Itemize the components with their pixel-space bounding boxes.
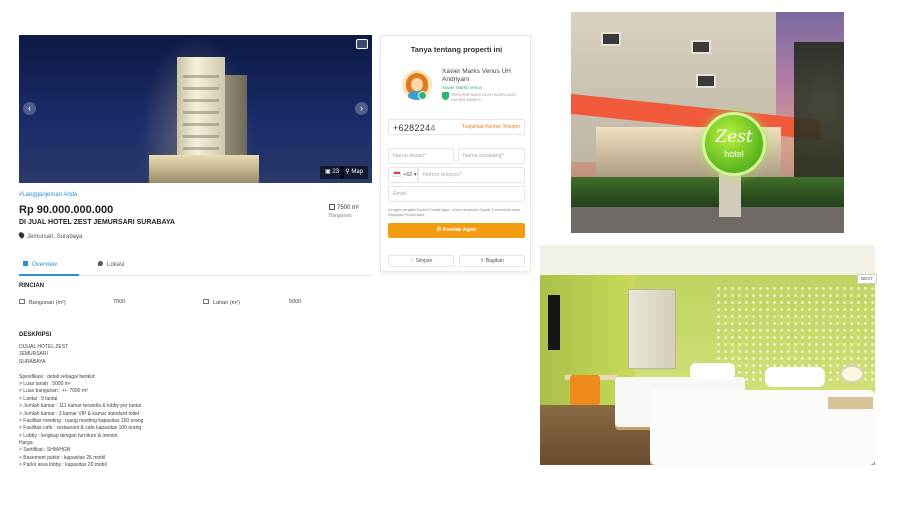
map-chip[interactable]: ⚲ Map	[340, 166, 368, 179]
area-value: 7500 m²	[337, 205, 360, 211]
window-blind	[628, 289, 676, 369]
description-line: > Sertifikat : SHM/HGB	[19, 447, 71, 454]
spec-land-label: Lahan (m²)	[203, 299, 240, 306]
hotel-exterior-photo[interactable]: Zest hotel	[571, 12, 844, 233]
fullscreen-icon[interactable]	[356, 39, 368, 49]
show-phone-link[interactable]: Tunjukkan Nomor Telepon	[462, 124, 520, 130]
description-line: > Parkir area lobby : kapasitas 20 mobil	[19, 462, 107, 469]
prev-photo-button[interactable]: ‹	[23, 102, 36, 115]
next-button[interactable]: NEXT	[857, 274, 877, 284]
agent-avatar[interactable]	[402, 70, 432, 100]
spec-land-value: 5000	[289, 299, 302, 305]
location-pin-icon	[98, 261, 103, 266]
tab-overview-label: Overview	[32, 262, 58, 268]
land-icon	[203, 299, 209, 304]
description-line: SURABAYA	[19, 358, 46, 365]
tab-location[interactable]: Lokasi	[94, 254, 154, 276]
hero-building-base	[149, 155, 259, 183]
hero-building-floor	[183, 147, 219, 150]
listing-location: Jemursari, Surabaya	[17, 231, 83, 240]
zest-hotel-sign: Zest hotel	[702, 112, 766, 176]
map-label: Map	[351, 169, 363, 175]
spec-building-label: Bangunan (m²)	[19, 299, 66, 306]
next-photo-button[interactable]: ›	[355, 102, 368, 115]
contact-card-title: Tanya tentang properti ini	[410, 45, 503, 54]
agent-verified-note: TERVERIFIKASI OLEH AGEN DARI XAVIER MARK…	[442, 92, 526, 102]
building-icon	[19, 299, 25, 304]
listing-tabs: Overview Lokasi	[19, 254, 372, 276]
description-body: DIJUAL HOTEL ZEST JEMURSARI SURABAYA Spe…	[19, 344, 199, 470]
location-text: Jemursari, Surabaya	[27, 234, 83, 240]
description-line: > Fasilitas cafe : restaurant & cafe kap…	[19, 425, 142, 432]
verified-badge-icon	[418, 91, 427, 100]
description-line: DIJUAL HOTEL ZEST	[19, 344, 69, 350]
description-line: > Lantai : 9 lantai	[19, 395, 58, 402]
sign-main-text: Zest	[715, 127, 753, 147]
orange-chair	[570, 375, 600, 405]
area-icon	[329, 204, 335, 210]
hero-building-floor	[183, 135, 219, 138]
television	[548, 295, 560, 350]
share-button[interactable]: ⇪ Bagikan	[459, 255, 525, 267]
save-button[interactable]: ♡ Simpan	[388, 255, 454, 267]
location-pin-icon	[17, 231, 26, 239]
agent-agency[interactable]: Xavier Marks Venus	[442, 85, 482, 90]
phone-reveal-row[interactable]: +6282244 Tunjukkan Nomor Telepon	[388, 119, 525, 135]
rincian-heading: RINCIAN	[19, 283, 44, 289]
agent-name[interactable]: Xavier Marks Venus UH Andriyani	[442, 68, 526, 84]
shield-check-icon	[442, 92, 449, 100]
contact-agent-button[interactable]: ✆ Kontak Agen	[388, 223, 525, 238]
email-field[interactable]: Email	[388, 186, 525, 202]
hero-building-floor	[183, 123, 219, 126]
last-name-field[interactable]: Nama belakang*	[458, 148, 525, 164]
wall-lamp	[840, 365, 864, 383]
description-line: Spesifikasi : detail sebagai berikut:	[19, 373, 96, 380]
sign-sub-text: hotel	[724, 149, 744, 159]
hero-building-floor	[183, 87, 219, 90]
hero-building-floor	[183, 75, 219, 78]
deskripsi-heading: DESKRIPSI	[19, 332, 52, 338]
description-line: > Jumlah kamar : 111 kamar tersedia & lo…	[19, 403, 141, 410]
spec-building-value: 7000	[113, 299, 126, 305]
description-line: > Jumlah kamar : 3 kamar VIP & kamar sta…	[19, 410, 140, 417]
description-line: JEMURSARI	[19, 351, 48, 358]
building-area: 7500 m² Bangunan	[329, 204, 359, 219]
hero-building-floor	[183, 99, 219, 102]
indonesia-flag-icon	[393, 171, 401, 177]
photo-count: 23	[332, 169, 339, 175]
contact-agent-card: Tanya tentang properti ini Xavier Marks …	[380, 35, 531, 272]
description-line: > Fasilitas meeting : ruang meeting kapa…	[19, 417, 144, 424]
consent-text: Dengan mengklik tombol 'Kontak Agen', An…	[388, 208, 521, 217]
listing-price: Rp 90.000.000.000	[19, 204, 114, 216]
description-line: > Luas tanah : 5000 m²	[19, 380, 71, 387]
tab-location-label: Lokasi	[107, 262, 125, 268]
description-line: Harga	[19, 440, 33, 447]
lead-text[interactable]: #Langganjeman Anda	[19, 192, 77, 198]
hotel-room-photo[interactable]	[540, 245, 875, 465]
description-line: > Luas bangunan : +/- 7000 m²	[19, 388, 88, 395]
listing-title: DI JUAL HOTEL ZEST JEMURSARI SURABAYA	[19, 219, 175, 226]
tab-overview[interactable]: Overview	[19, 254, 79, 276]
description-line: > Lobby : lengkap dengan furniture & int…	[19, 432, 118, 439]
overview-icon	[23, 261, 28, 266]
listing-hero-photo[interactable]: ‹ › ▣ 23 ⚲ Map	[19, 35, 372, 183]
tree	[794, 42, 844, 192]
hero-building-floor	[183, 111, 219, 114]
description-line	[19, 366, 199, 373]
first-name-field[interactable]: Nama depan*	[388, 148, 454, 164]
phone-field[interactable]: Nomor telepon*	[418, 167, 525, 183]
area-label: Bangunan	[329, 213, 352, 219]
country-code-select[interactable]: +62 ▾	[388, 167, 418, 183]
description-line: > Basement parkir : kapasitas 25 mobil	[19, 454, 106, 461]
